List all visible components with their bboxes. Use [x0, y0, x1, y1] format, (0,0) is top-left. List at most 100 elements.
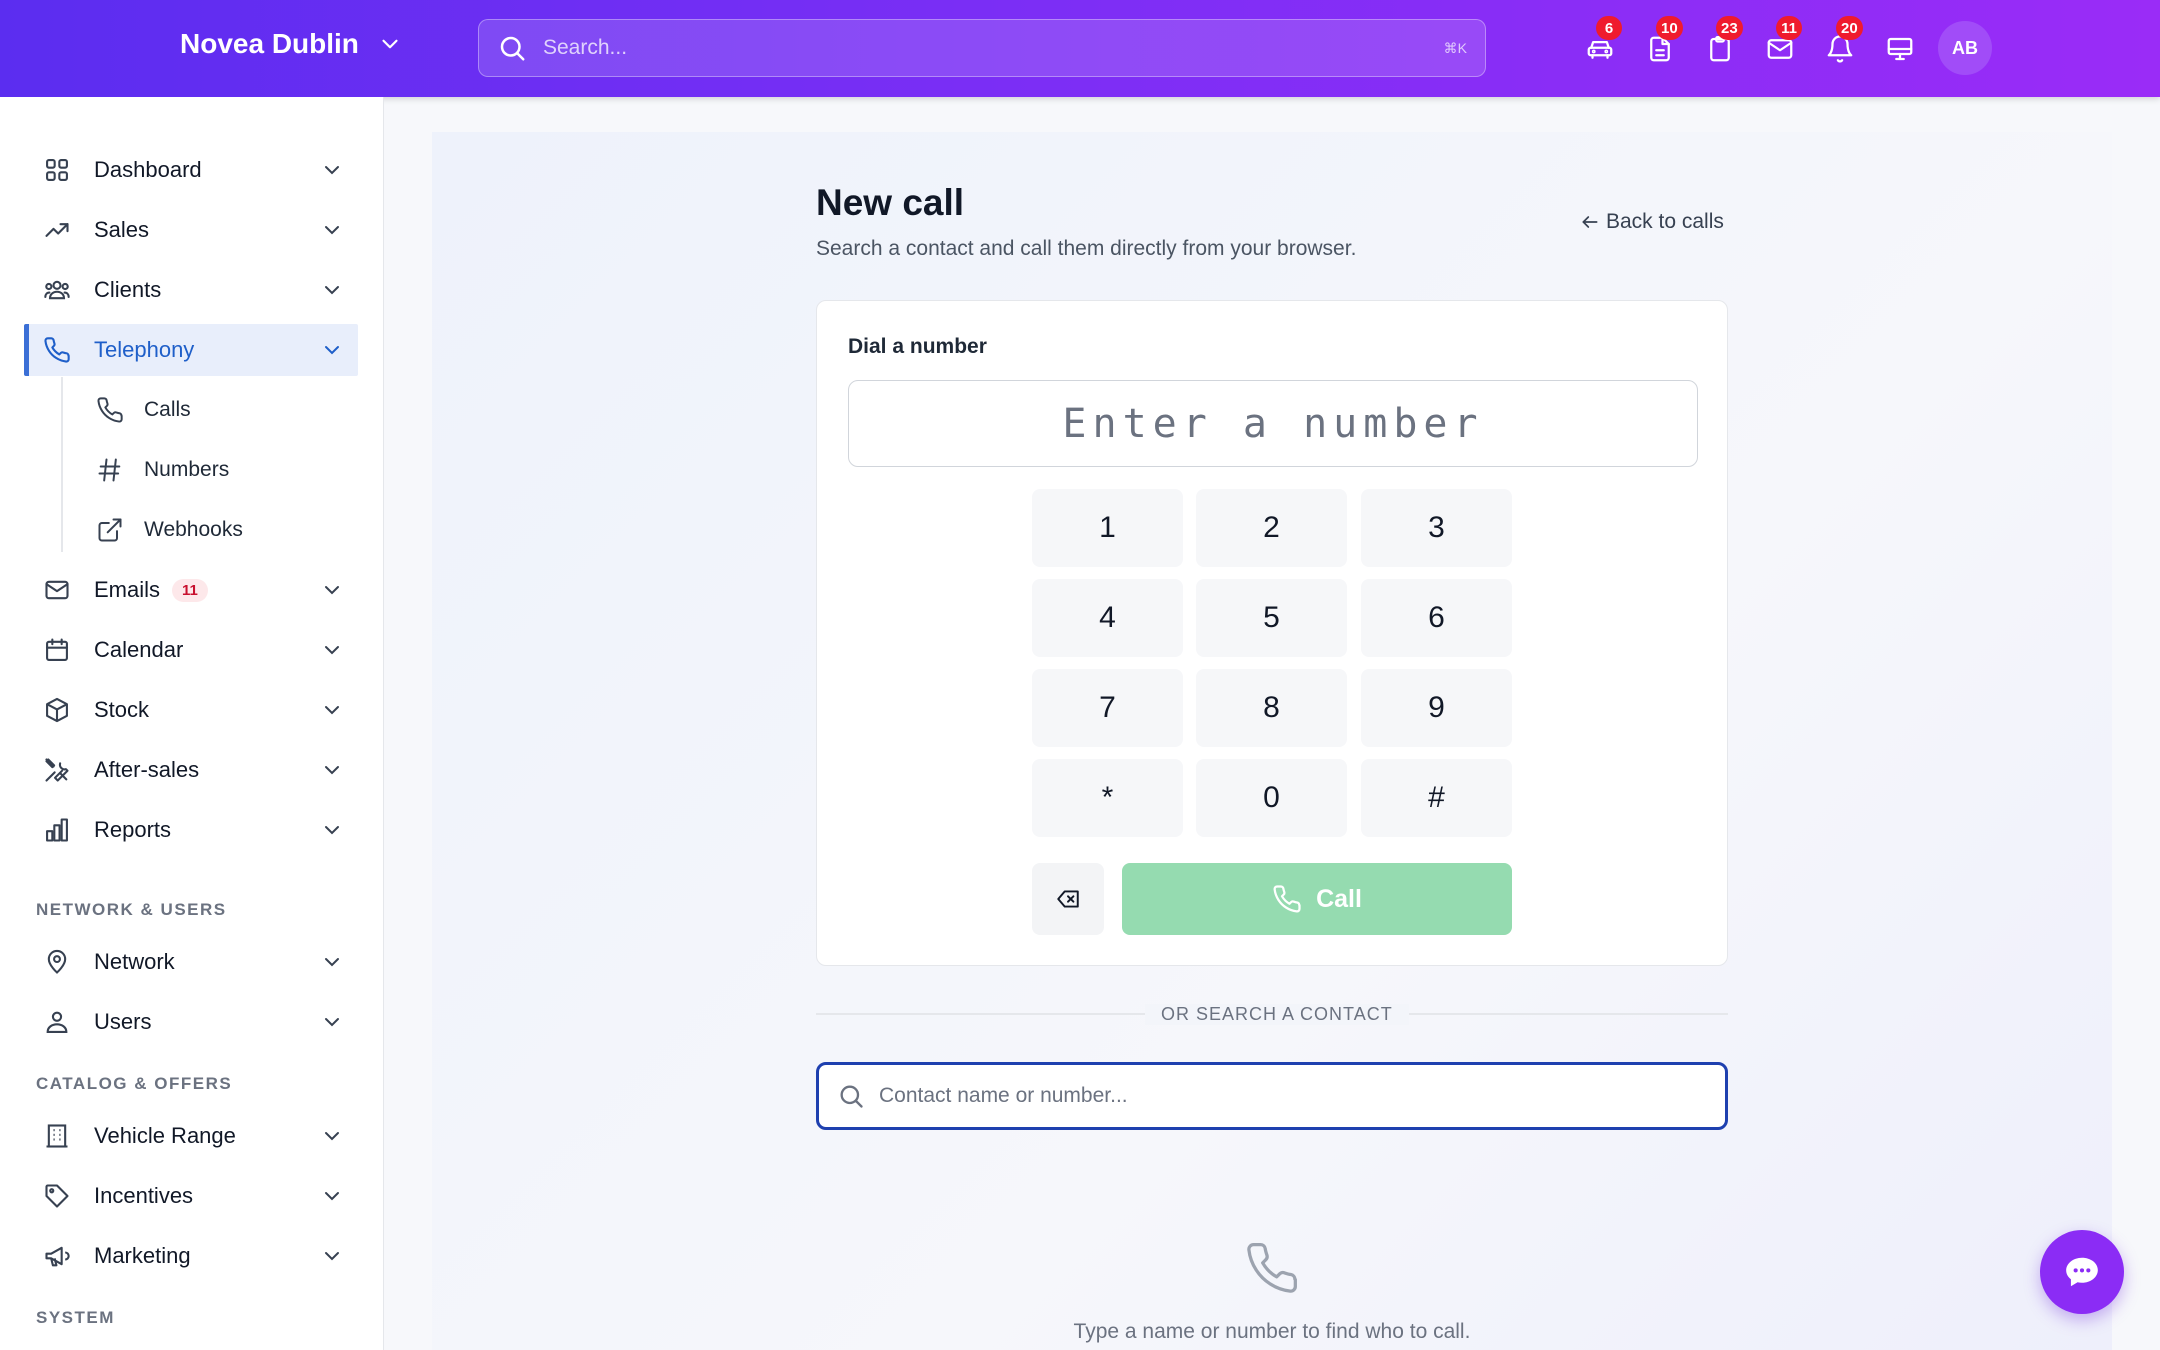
chevron-down-icon — [382, 39, 398, 49]
sidebar-item-label: Reports — [94, 817, 172, 842]
map-pin-icon — [47, 949, 67, 974]
sidebar-item-label: Sales — [94, 217, 150, 242]
tools-icon — [45, 758, 69, 782]
brand-switcher[interactable]: Novea Dublin — [180, 28, 403, 60]
notifications-button[interactable]: 20 — [1810, 16, 1870, 78]
back-link-label: Back to calls — [1606, 210, 1724, 233]
dial-key-7[interactable]: 7 — [1032, 669, 1183, 747]
chat-bubble-icon — [2066, 1257, 2098, 1287]
chevron-down-icon — [325, 1132, 339, 1141]
user-avatar[interactable]: AB — [1938, 21, 1992, 75]
arrow-left-icon — [1582, 216, 1598, 228]
grid-icon — [46, 159, 68, 181]
dial-key-8[interactable]: 8 — [1196, 669, 1347, 747]
chevron-down-icon — [325, 166, 339, 175]
sidebar-item-telephony[interactable]: Telephony — [24, 324, 358, 376]
tag-icon — [45, 1184, 69, 1208]
contact-search[interactable] — [816, 1062, 1728, 1130]
sidebar-item-label: Stock — [94, 697, 150, 722]
sidebar-item-sales[interactable]: Sales — [24, 204, 358, 256]
phone-icon — [1247, 1243, 1297, 1293]
sidebar-subitem-label: Calls — [144, 398, 191, 421]
divider-label: OR SEARCH A CONTACT — [1145, 1004, 1409, 1025]
sidebar-item-label: Clients — [94, 277, 162, 302]
sidebar-subitem-webhooks[interactable]: Webhooks — [96, 504, 243, 556]
sidebar-item-label: Vehicle Range — [94, 1123, 236, 1148]
global-search[interactable]: ⌘K — [478, 19, 1486, 77]
chevron-down-icon — [325, 1252, 339, 1261]
sidebar-item-label: Telephony — [94, 337, 195, 362]
documents-button[interactable]: 10 — [1630, 16, 1690, 78]
monitor-icon — [1887, 37, 1913, 61]
dialer-card: Dial a number 1 2 3 4 5 6 7 8 9 * 0 # Ca… — [816, 300, 1728, 966]
sidebar-item-vehicle-range[interactable]: Vehicle Range — [24, 1110, 358, 1162]
backspace-icon — [1057, 890, 1079, 908]
sidebar-item-stock[interactable]: Stock — [24, 684, 358, 736]
phone-icon — [1273, 885, 1301, 913]
car-button[interactable]: 6 — [1570, 16, 1630, 78]
box-icon — [46, 697, 68, 723]
empty-state-text: Type a name or number to find who to cal… — [1073, 1320, 1471, 1343]
sidebar-item-calendar[interactable]: Calendar — [24, 624, 358, 676]
tasks-button[interactable]: 23 — [1690, 16, 1750, 78]
sidebar-item-label: Marketing — [94, 1243, 191, 1268]
building-icon — [46, 1124, 68, 1148]
notification-badge: 6 — [1596, 16, 1622, 40]
dial-key-4[interactable]: 4 — [1032, 579, 1183, 657]
chevron-down-icon — [325, 1018, 339, 1027]
chevron-down-icon — [325, 706, 339, 715]
page-title: New call — [816, 182, 965, 223]
back-to-calls-link[interactable]: Back to calls — [1580, 210, 1724, 234]
sidebar-subitem-calls[interactable]: Calls — [96, 384, 191, 436]
sidebar-item-label: Users — [94, 1009, 152, 1034]
sidebar-item-label: Emails — [94, 577, 161, 602]
sidebar-item-emails[interactable]: Emails 11 — [24, 564, 358, 616]
sidebar-subitem-numbers[interactable]: Numbers — [96, 444, 229, 496]
dial-key-9[interactable]: 9 — [1361, 669, 1512, 747]
sidebar-item-incentives[interactable]: Incentives — [24, 1170, 358, 1222]
notification-badge: 10 — [1656, 16, 1683, 40]
display-button[interactable] — [1870, 20, 1930, 78]
sidebar-item-network[interactable]: Network — [24, 936, 358, 988]
dial-key-0[interactable]: 0 — [1196, 759, 1347, 837]
sidebar-item-after-sales[interactable]: After-sales — [24, 744, 358, 796]
section-heading: NETWORK & USERS — [36, 900, 227, 919]
chevron-down-icon — [325, 958, 339, 967]
dial-key-2[interactable]: 2 — [1196, 489, 1347, 567]
call-button[interactable]: Call — [1122, 863, 1512, 935]
global-search-input[interactable] — [543, 36, 1444, 60]
dial-key-hash[interactable]: # — [1361, 759, 1512, 837]
sidebar-item-label: Dashboard — [94, 157, 202, 182]
hash-icon — [98, 458, 121, 482]
mail-icon — [45, 580, 69, 600]
dial-key-star[interactable]: * — [1032, 759, 1183, 837]
sidebar-item-reports[interactable]: Reports — [24, 804, 358, 856]
header-icons: 6 10 23 11 20 — [1570, 16, 1930, 78]
phone-icon — [44, 337, 70, 363]
chevron-down-icon — [325, 826, 339, 835]
bar-chart-icon — [46, 818, 68, 842]
chat-button[interactable] — [2040, 1230, 2124, 1314]
sidebar-item-users[interactable]: Users — [24, 996, 358, 1048]
section-heading: CATALOG & OFFERS — [36, 1074, 233, 1093]
sidebar: Dashboard Sales Clients Telephony Calls … — [0, 97, 384, 1350]
sidebar-item-dashboard[interactable]: Dashboard — [24, 144, 358, 196]
sidebar-item-clients[interactable]: Clients — [24, 264, 358, 316]
dial-key-1[interactable]: 1 — [1032, 489, 1183, 567]
dial-key-5[interactable]: 5 — [1196, 579, 1347, 657]
submenu-line — [61, 377, 63, 552]
search-icon — [500, 36, 525, 61]
sidebar-item-label: Incentives — [94, 1183, 194, 1208]
contact-search-input[interactable] — [879, 1084, 1725, 1108]
calendar-icon — [46, 638, 68, 661]
mail-button[interactable]: 11 — [1750, 16, 1810, 78]
sidebar-item-marketing[interactable]: Marketing — [24, 1230, 358, 1282]
dial-key-6[interactable]: 6 — [1361, 579, 1512, 657]
backspace-button[interactable] — [1032, 863, 1104, 935]
dial-number-input[interactable] — [848, 380, 1698, 467]
search-icon — [840, 1085, 863, 1108]
dial-key-3[interactable]: 3 — [1361, 489, 1512, 567]
chevron-down-icon — [325, 586, 339, 595]
page-subtitle: Search a contact and call them directly … — [816, 237, 1357, 260]
notification-badge: 23 — [1716, 16, 1743, 40]
